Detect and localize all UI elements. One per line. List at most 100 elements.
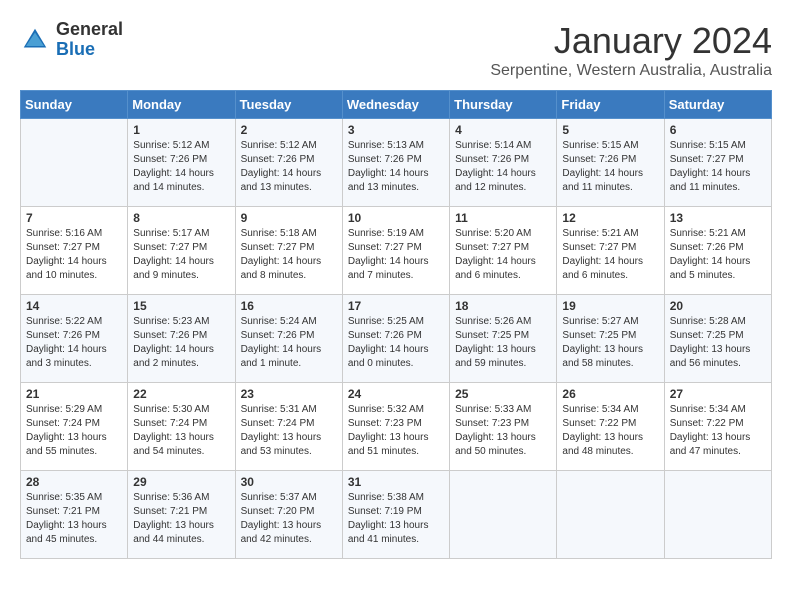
day-info: Sunrise: 5:31 AM Sunset: 7:24 PM Dayligh… [241, 403, 337, 459]
calendar-cell: 5Sunrise: 5:15 AM Sunset: 7:26 PM Daylig… [557, 119, 664, 207]
day-number: 3 [348, 123, 444, 137]
day-info: Sunrise: 5:28 AM Sunset: 7:25 PM Dayligh… [670, 315, 766, 371]
day-number: 7 [26, 211, 122, 225]
day-info: Sunrise: 5:27 AM Sunset: 7:25 PM Dayligh… [562, 315, 658, 371]
weekday-header-row: SundayMondayTuesdayWednesdayThursdayFrid… [21, 91, 772, 119]
day-number: 17 [348, 299, 444, 313]
calendar-cell: 9 Sunrise: 5:18 AM Sunset: 7:27 PM Daylig… [235, 207, 342, 295]
calendar-week-2: 7 Sunrise: 5:16 AM Sunset: 7:27 PM Daylig… [21, 207, 772, 295]
calendar-cell: 1Sunrise: 5:12 AM Sunset: 7:26 PM Daylig… [128, 119, 235, 207]
day-info: Sunrise: 5:34 AM Sunset: 7:22 PM Dayligh… [562, 403, 658, 459]
calendar-cell: 11Sunrise: 5:20 AM Sunset: 7:27 PM Dayli… [450, 207, 557, 295]
day-number: 19 [562, 299, 658, 313]
calendar-week-1: 1 Sunrise: 5:12 AM Sunset: 7:26 PM Daylig… [21, 119, 772, 207]
day-number: 21 [26, 387, 122, 401]
calendar-cell: 10 Sunrise: 5:19 AM Sunset: 7:27 PM Dayli… [342, 207, 449, 295]
logo: General Blue [20, 20, 123, 60]
day-info: Sunrise: 5:18 AM Sunset: 7:27 PM Dayligh… [241, 227, 337, 283]
day-number: 8 [133, 211, 229, 225]
day-number: 13 [670, 211, 766, 225]
day-number: 14 [26, 299, 122, 313]
day-info: Sunrise: 5:30 AM Sunset: 7:24 PM Dayligh… [133, 403, 229, 459]
day-info: Sunrise: 5:14 AM Sunset: 7:26 PM Dayligh… [455, 139, 551, 195]
day-number: 30 [241, 475, 337, 489]
calendar-cell [450, 471, 557, 559]
day-info: Sunrise: 5:25 AM Sunset: 7:26 PM Dayligh… [348, 315, 444, 371]
day-info: Sunrise: 5:33 AM Sunset: 7:23 PM Dayligh… [455, 403, 551, 459]
calendar-table: SundayMondayTuesdayWednesdayThursdayFrid… [20, 90, 772, 559]
calendar-cell: 19 Sunrise: 5:27 AM Sunset: 7:25 PM Dayli… [557, 295, 664, 383]
day-number: 26 [562, 387, 658, 401]
calendar-cell: 26 Sunrise: 5:34 AM Sunset: 7:22 PM Dayli… [557, 383, 664, 471]
weekday-header-wednesday: Wednesday [342, 91, 449, 119]
day-number: 2 [241, 123, 337, 137]
calendar-cell: 17 Sunrise: 5:25 AM Sunset: 7:26 PM Dayli… [342, 295, 449, 383]
page-header: General Blue January 2024 Serpentine, We… [20, 20, 772, 80]
day-info: Sunrise: 5:21 AM Sunset: 7:27 PM Dayligh… [562, 227, 658, 283]
calendar-cell: 15Sunrise: 5:23 AM Sunset: 7:26 PM Dayli… [128, 295, 235, 383]
weekday-header-monday: Monday [128, 91, 235, 119]
weekday-header-tuesday: Tuesday [235, 91, 342, 119]
calendar-week-4: 21 Sunrise: 5:29 AM Sunset: 7:24 PM Dayli… [21, 383, 772, 471]
calendar-header: SundayMondayTuesdayWednesdayThursdayFrid… [21, 91, 772, 119]
day-info: Sunrise: 5:32 AM Sunset: 7:23 PM Dayligh… [348, 403, 444, 459]
calendar-cell: 18 Sunrise: 5:26 AM Sunset: 7:25 PM Dayli… [450, 295, 557, 383]
calendar-cell: 31Sunrise: 5:38 AM Sunset: 7:19 PM Dayli… [342, 471, 449, 559]
day-number: 1 [133, 123, 229, 137]
day-info: Sunrise: 5:12 AM Sunset: 7:26 PM Dayligh… [241, 139, 337, 195]
day-info: Sunrise: 5:36 AM Sunset: 7:21 PM Dayligh… [133, 491, 229, 547]
logo-text: General Blue [56, 20, 123, 60]
weekday-header-saturday: Saturday [664, 91, 771, 119]
calendar-cell [664, 471, 771, 559]
day-info: Sunrise: 5:16 AM Sunset: 7:27 PM Dayligh… [26, 227, 122, 283]
day-info: Sunrise: 5:13 AM Sunset: 7:26 PM Dayligh… [348, 139, 444, 195]
day-number: 29 [133, 475, 229, 489]
calendar-week-3: 14Sunrise: 5:22 AM Sunset: 7:26 PM Dayli… [21, 295, 772, 383]
day-number: 28 [26, 475, 122, 489]
calendar-cell: 25 Sunrise: 5:33 AM Sunset: 7:23 PM Dayli… [450, 383, 557, 471]
weekday-header-thursday: Thursday [450, 91, 557, 119]
day-number: 24 [348, 387, 444, 401]
calendar-cell: 20 Sunrise: 5:28 AM Sunset: 7:25 PM Dayli… [664, 295, 771, 383]
logo-icon [20, 25, 50, 55]
day-number: 27 [670, 387, 766, 401]
calendar-cell: 23 Sunrise: 5:31 AM Sunset: 7:24 PM Dayli… [235, 383, 342, 471]
calendar-cell: 28Sunrise: 5:35 AM Sunset: 7:21 PM Dayli… [21, 471, 128, 559]
day-number: 20 [670, 299, 766, 313]
day-info: Sunrise: 5:21 AM Sunset: 7:26 PM Dayligh… [670, 227, 766, 283]
weekday-header-friday: Friday [557, 91, 664, 119]
day-number: 31 [348, 475, 444, 489]
day-info: Sunrise: 5:24 AM Sunset: 7:26 PM Dayligh… [241, 315, 337, 371]
day-number: 9 [241, 211, 337, 225]
calendar-body: 1 Sunrise: 5:12 AM Sunset: 7:26 PM Daylig… [21, 119, 772, 559]
calendar-cell: 13 Sunrise: 5:21 AM Sunset: 7:26 PM Dayli… [664, 207, 771, 295]
day-number: 10 [348, 211, 444, 225]
day-info: Sunrise: 5:37 AM Sunset: 7:20 PM Dayligh… [241, 491, 337, 547]
month-title: January 2024 [490, 20, 772, 62]
day-info: Sunrise: 5:19 AM Sunset: 7:27 PM Dayligh… [348, 227, 444, 283]
day-info: Sunrise: 5:26 AM Sunset: 7:25 PM Dayligh… [455, 315, 551, 371]
calendar-cell: 22 Sunrise: 5:30 AM Sunset: 7:24 PM Dayli… [128, 383, 235, 471]
calendar-cell: 21 Sunrise: 5:29 AM Sunset: 7:24 PM Dayli… [21, 383, 128, 471]
calendar-cell: 8 Sunrise: 5:17 AM Sunset: 7:27 PM Daylig… [128, 207, 235, 295]
day-number: 25 [455, 387, 551, 401]
day-number: 23 [241, 387, 337, 401]
calendar-cell [21, 119, 128, 207]
logo-general-text: General [56, 20, 123, 40]
day-number: 18 [455, 299, 551, 313]
day-info: Sunrise: 5:17 AM Sunset: 7:27 PM Dayligh… [133, 227, 229, 283]
day-info: Sunrise: 5:23 AM Sunset: 7:26 PM Dayligh… [133, 315, 229, 371]
calendar-cell: 7 Sunrise: 5:16 AM Sunset: 7:27 PM Daylig… [21, 207, 128, 295]
day-number: 6 [670, 123, 766, 137]
calendar-cell: 6 Sunrise: 5:15 AM Sunset: 7:27 PM Daylig… [664, 119, 771, 207]
calendar-cell: 29 Sunrise: 5:36 AM Sunset: 7:21 PM Dayli… [128, 471, 235, 559]
location-title: Serpentine, Western Australia, Australia [490, 62, 772, 80]
calendar-cell: 27Sunrise: 5:34 AM Sunset: 7:22 PM Dayli… [664, 383, 771, 471]
day-info: Sunrise: 5:29 AM Sunset: 7:24 PM Dayligh… [26, 403, 122, 459]
day-number: 22 [133, 387, 229, 401]
calendar-cell: 14Sunrise: 5:22 AM Sunset: 7:26 PM Dayli… [21, 295, 128, 383]
day-number: 4 [455, 123, 551, 137]
day-info: Sunrise: 5:15 AM Sunset: 7:27 PM Dayligh… [670, 139, 766, 195]
day-info: Sunrise: 5:20 AM Sunset: 7:27 PM Dayligh… [455, 227, 551, 283]
title-block: January 2024 Serpentine, Western Austral… [490, 20, 772, 80]
